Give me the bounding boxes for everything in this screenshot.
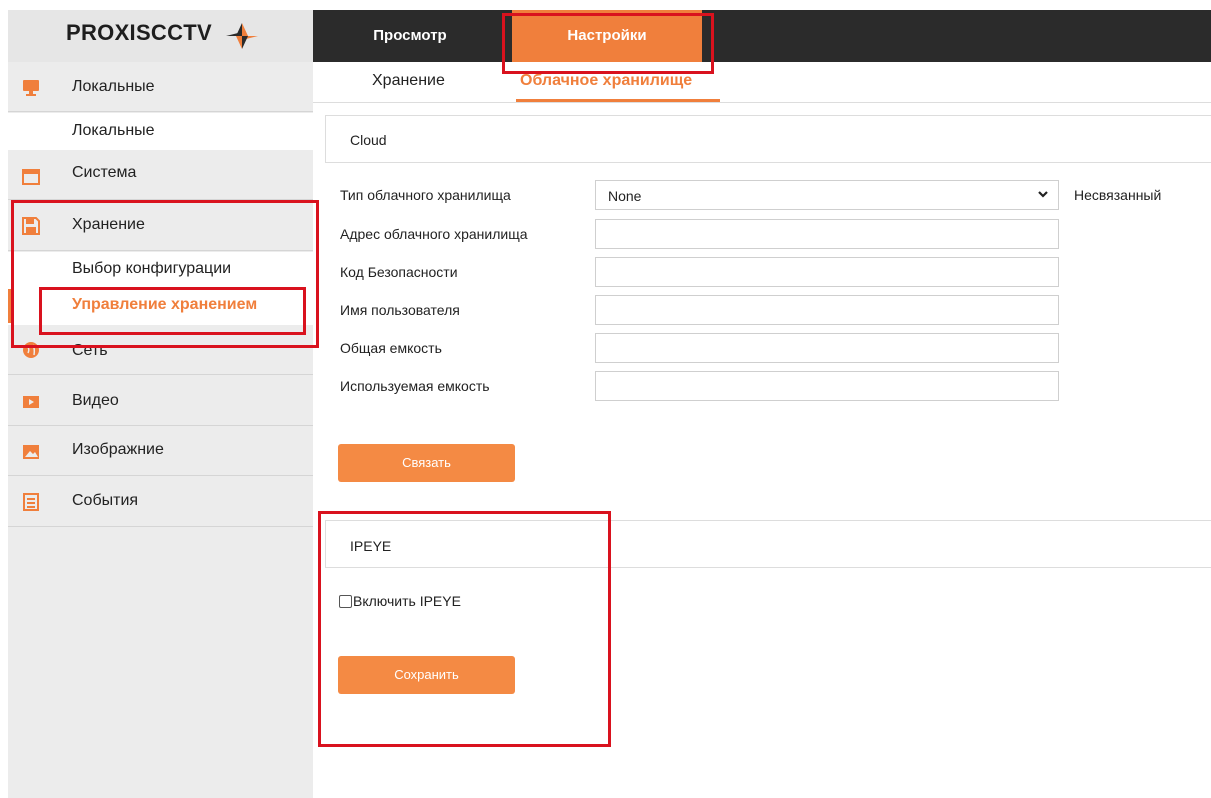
subtab-active-underline <box>516 99 720 102</box>
sidebar-item-label: Локальные <box>72 78 155 95</box>
tab-view[interactable]: Просмотр <box>350 10 470 62</box>
subtab-cloud-storage[interactable]: Облачное хранилище <box>520 72 692 90</box>
cloud-type-select[interactable]: None <box>595 180 1059 210</box>
subtab-divider <box>313 102 1211 103</box>
sidebar-item-label: Управление хранением <box>72 296 258 313</box>
username-label: Имя пользователя <box>340 302 460 318</box>
image-icon <box>23 445 39 459</box>
sidebar-subitem-storage-management[interactable]: Управление хранением <box>8 289 313 325</box>
total-capacity-field[interactable] <box>595 333 1059 363</box>
sidebar-item-storage[interactable]: Хранение <box>8 200 313 251</box>
sidebar-item-local[interactable]: Локальные <box>8 62 313 112</box>
used-capacity-label: Используемая емкость <box>340 378 490 394</box>
security-code-input[interactable] <box>595 257 1059 287</box>
sidebar-item-label: Видео <box>72 392 119 409</box>
sidebar-item-label: Система <box>72 164 137 181</box>
cloud-type-value: None <box>608 188 642 204</box>
username-input[interactable] <box>595 295 1059 325</box>
sidebar-item-label: Локальные <box>72 122 155 139</box>
sidebar-item-label: Выбор конфигурации <box>72 260 232 277</box>
logo-icon <box>226 23 258 49</box>
brand-logo-text: PROXISCCTV <box>66 20 213 45</box>
chevron-down-icon <box>1038 191 1048 198</box>
active-indicator <box>8 289 13 323</box>
globe-icon <box>23 342 39 358</box>
ipeye-section-header: IPEYE <box>325 520 1211 568</box>
sidebar-item-label: События <box>72 492 139 509</box>
cloud-status: Несвязанный <box>1074 187 1162 203</box>
window-icon <box>22 169 40 185</box>
security-code-label: Код Безопасности <box>340 264 458 280</box>
subtab-storage[interactable]: Хранение <box>372 72 445 90</box>
enable-ipeye-label: Включить IPEYE <box>353 593 461 609</box>
sidebar-subitem-local[interactable]: Локальные <box>8 113 313 150</box>
sidebar-item-label: Хранение <box>72 216 145 233</box>
used-capacity-field[interactable] <box>595 371 1059 401</box>
list-icon <box>23 493 39 511</box>
sidebar-item-system[interactable]: Система <box>8 150 313 200</box>
sidebar-subitem-config[interactable]: Выбор конфигурации <box>8 252 313 289</box>
sidebar-item-label: Изображние <box>72 441 164 458</box>
video-icon <box>23 396 39 408</box>
total-capacity-label: Общая емкость <box>340 340 442 356</box>
save-button[interactable]: Сохранить <box>338 656 515 694</box>
section-title: Cloud <box>350 132 387 148</box>
cloud-type-label: Тип облачного хранилища <box>340 187 511 203</box>
sidebar-item-video[interactable]: Видео <box>8 375 313 426</box>
tab-settings[interactable]: Настройки <box>512 10 702 62</box>
cloud-address-label: Адрес облачного хранилища <box>340 226 528 242</box>
monitor-icon <box>23 80 39 96</box>
sidebar-item-image[interactable]: Изображние <box>8 426 313 476</box>
floppy-disk-icon <box>22 217 40 235</box>
link-button[interactable]: Связать <box>338 444 515 482</box>
section-title: IPEYE <box>350 538 392 554</box>
sidebar-item-events[interactable]: События <box>8 476 313 527</box>
cloud-address-input[interactable] <box>595 219 1059 249</box>
sidebar-item-label: Сеть <box>72 342 108 359</box>
enable-ipeye-checkbox[interactable] <box>339 595 352 608</box>
sidebar-item-network[interactable]: Сеть <box>8 325 313 375</box>
cloud-section-header: Cloud <box>325 115 1211 163</box>
